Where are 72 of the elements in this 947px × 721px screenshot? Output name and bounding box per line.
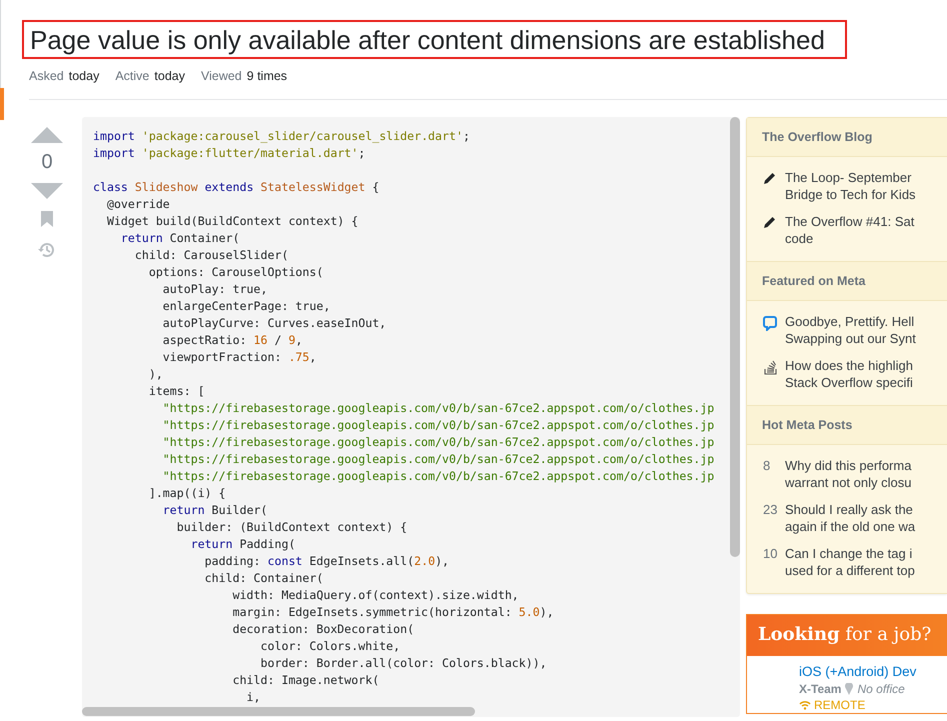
section-header: Hot Meta Posts	[747, 405, 947, 445]
post-link[interactable]: The Loop- September Bridge to Tech for Kids	[785, 169, 916, 203]
job-location: No office	[857, 681, 905, 697]
remote-tag: REMOTE	[814, 697, 866, 713]
post-link[interactable]: How does the highligh Stack Overflow specifi	[785, 357, 913, 391]
post-link[interactable]: The Overflow #41: Sat code	[785, 213, 914, 247]
code-line: viewportFraction: .75,	[162, 349, 316, 366]
post-link[interactable]: Why did this performa warrant not only closu	[785, 457, 912, 491]
code-line: padding: const EdgeInsets.all(2.0),	[204, 553, 450, 570]
code-line: child: Container(	[204, 570, 324, 587]
speech-bubble-icon	[763, 316, 777, 331]
code-line: class Slideshow extends StatelessWidget {	[93, 179, 380, 196]
code-line: "https://firebasestorage.googleapis.com/v0/b/san-67ce2.appspot.com/o/clothes.jp	[162, 468, 714, 485]
meta-value: today	[68, 69, 100, 83]
scrollbar-thumb[interactable]	[730, 117, 740, 557]
scrollbar-thumb[interactable]	[82, 707, 475, 716]
downvote-button[interactable]	[31, 183, 63, 199]
code-line: ].map((i) {	[148, 485, 226, 502]
meta-label: Viewed	[200, 69, 242, 83]
meta-label: Active	[115, 69, 150, 83]
code-line: decoration: BoxDecoration(	[232, 621, 414, 638]
code-line: enlargeCenterPage: true,	[162, 298, 330, 315]
history-icon[interactable]	[38, 241, 56, 259]
code-line: Widget build(BuildContext context) {	[106, 213, 358, 230]
job-ad-heading: Looking for a job?	[747, 615, 947, 656]
meta-value: 9 times	[246, 69, 288, 83]
code-line: ),	[148, 366, 163, 383]
bookmark-icon[interactable]	[41, 211, 53, 227]
question-title: Page value is only available after content dimensions are established	[22, 20, 847, 59]
code-line: color: Colors.white,	[260, 638, 400, 655]
post-link[interactable]: Can I change the tag i used for a different top	[785, 545, 915, 579]
post-link[interactable]: Goodbye, Prettify. Hell Swapping out our Synt	[785, 313, 916, 347]
answer-count: 23	[763, 501, 777, 518]
stack-icon	[764, 360, 776, 375]
section-header: Featured on Meta	[747, 261, 947, 301]
code-line: builder: (BuildContext context) {	[176, 519, 408, 536]
code-line: import 'package:flutter/material.dart';	[93, 145, 366, 162]
code-line: width: MediaQuery.of(context).size.width,	[232, 587, 519, 604]
active-marker	[0, 88, 4, 120]
code-line: autoPlayCurve: Curves.easeInOut,	[162, 315, 386, 332]
code-line: import 'package:carousel_slider/carousel_slider.dart';	[93, 128, 470, 145]
location-pin-icon	[845, 683, 854, 695]
post-link[interactable]: Should I really ask the again if the old one wa	[785, 501, 916, 535]
code-line: "https://firebasestorage.googleapis.com/v0/b/san-67ce2.appspot.com/o/clothes.jp	[162, 434, 714, 451]
code-line: return Builder(	[162, 502, 268, 519]
code-line: "https://firebasestorage.googleapis.com/v0/b/san-67ce2.appspot.com/o/clothes.jp	[162, 417, 714, 434]
code-line: return Padding(	[190, 536, 296, 553]
job-title-link[interactable]: iOS (+Android) Dev	[799, 663, 947, 681]
code-line: child: Image.network(	[232, 672, 380, 689]
code-line: i,	[246, 689, 261, 706]
code-line: child: CarouselSlider(	[134, 247, 288, 264]
meta-value: today	[154, 69, 185, 83]
pencil-icon	[764, 172, 776, 184]
section-header: The Overflow Blog	[747, 118, 947, 157]
vote-count: 0	[41, 150, 53, 175]
code-line: "https://firebasestorage.googleapis.com/v0/b/san-67ce2.appspot.com/o/clothes.jp	[162, 400, 714, 417]
answer-count: 10	[763, 545, 777, 562]
pencil-icon	[764, 216, 776, 228]
code-line: options: CarouselOptions(	[148, 264, 324, 281]
code-line: aspectRatio: 16 / 9,	[162, 332, 302, 349]
answer-count: 8	[763, 457, 772, 474]
upvote-button[interactable]	[31, 127, 63, 143]
wifi-icon	[799, 700, 811, 710]
code-line: @override	[106, 196, 170, 213]
code-line: "https://firebasestorage.googleapis.com/v0/b/san-67ce2.appspot.com/o/clothes.jp	[162, 451, 714, 468]
code-line: autoPlay: true,	[162, 281, 268, 298]
code-line: margin: EdgeInsets.symmetric(horizontal: 5.0),	[232, 604, 554, 621]
company-name: X-Team	[799, 681, 842, 697]
code-line: return Container(	[120, 230, 240, 247]
code-line: border: Border.all(color: Colors.black)),	[260, 655, 547, 672]
meta-label: Asked	[29, 69, 64, 83]
code-line: items: [	[148, 383, 205, 400]
